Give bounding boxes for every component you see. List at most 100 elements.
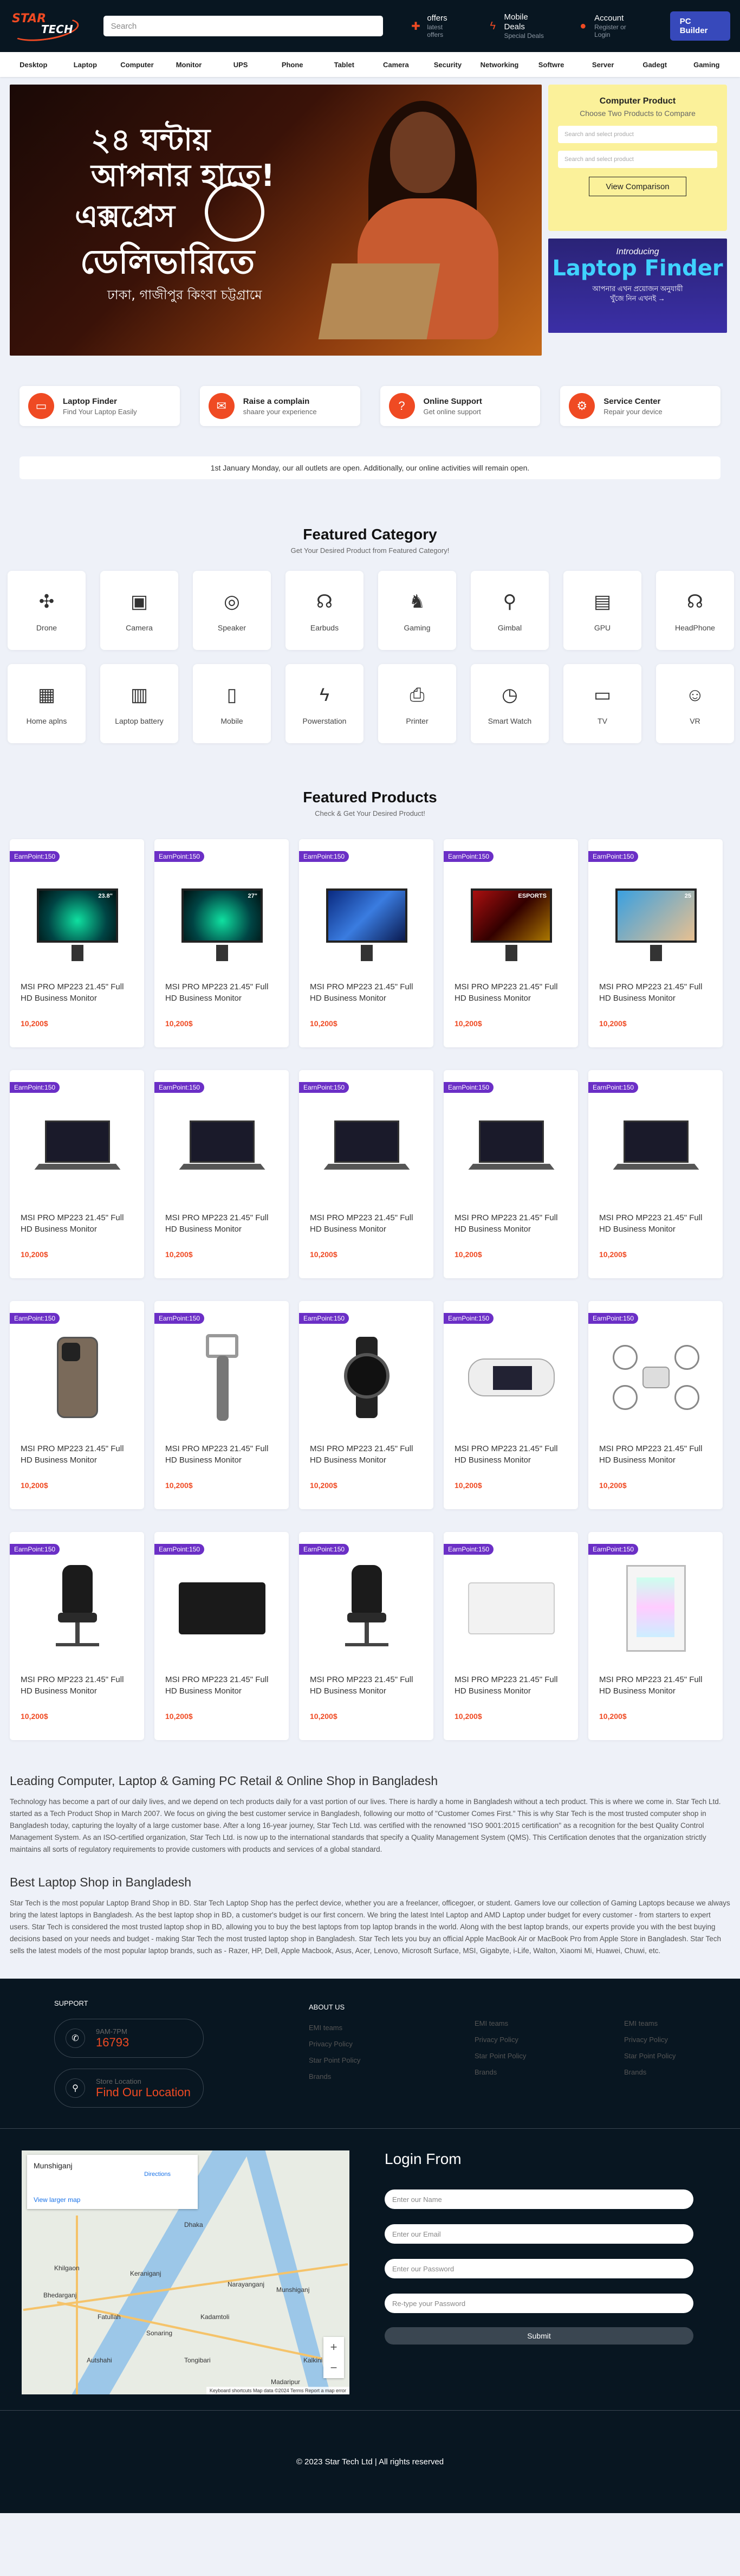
product-name[interactable]: MSI PRO MP223 21.45" Full HD Business Mo… xyxy=(599,1212,713,1235)
footer-link[interactable]: Brands xyxy=(475,2064,526,2081)
product-card[interactable]: EarnPoint:150 MSI PRO MP223 21.45" Full … xyxy=(588,1301,723,1509)
category-card[interactable]: ▦ Home aplns xyxy=(8,664,86,743)
product-name[interactable]: MSI PRO MP223 21.45" Full HD Business Mo… xyxy=(599,1674,713,1697)
category-card[interactable]: ▥ Laptop battery xyxy=(100,664,178,743)
product-name[interactable]: MSI PRO MP223 21.45" Full HD Business Mo… xyxy=(310,1443,424,1466)
submit-button[interactable]: Submit xyxy=(385,2327,693,2345)
product-card[interactable]: EarnPoint:150 MSI PRO MP223 21.45" Full … xyxy=(299,1301,433,1509)
category-card[interactable]: ◷ Smart Watch xyxy=(471,664,549,743)
nav-item-gadegt[interactable]: Gadegt xyxy=(629,61,681,69)
product-name[interactable]: MSI PRO MP223 21.45" Full HD Business Mo… xyxy=(21,1674,134,1697)
compare-input-1[interactable]: Search and select product xyxy=(558,126,717,143)
product-image[interactable] xyxy=(611,1102,701,1192)
category-card[interactable]: ▯ Mobile xyxy=(193,664,271,743)
footer-link[interactable]: EMI teams xyxy=(624,2015,676,2032)
footer-link[interactable]: Privacy Policy xyxy=(309,2036,360,2052)
product-name[interactable]: MSI PRO MP223 21.45" Full HD Business Mo… xyxy=(21,981,134,1004)
product-card[interactable]: EarnPoint:150 MSI PRO MP223 21.45" Full … xyxy=(444,1070,578,1278)
category-card[interactable]: ✣ Drone xyxy=(8,571,86,650)
product-name[interactable]: MSI PRO MP223 21.45" Full HD Business Mo… xyxy=(455,981,568,1004)
category-card[interactable]: ▣ Camera xyxy=(100,571,178,650)
zoom-in-icon[interactable]: + xyxy=(330,2340,337,2354)
nav-item-laptop[interactable]: Laptop xyxy=(60,61,112,69)
name-field[interactable]: Enter our Name xyxy=(385,2189,693,2209)
product-image[interactable] xyxy=(466,1332,556,1422)
category-card[interactable]: ϟ Powerstation xyxy=(285,664,363,743)
nav-item-camera[interactable]: Camera xyxy=(370,61,422,69)
product-name[interactable]: MSI PRO MP223 21.45" Full HD Business Mo… xyxy=(165,1212,279,1235)
product-card[interactable]: EarnPoint:150 MSI PRO MP223 21.45" Full … xyxy=(299,1070,433,1278)
service-card[interactable]: ⚙ Service Center Repair your device xyxy=(560,386,720,426)
product-card[interactable]: EarnPoint:150 MSI PRO MP223 21.45" Full … xyxy=(154,1532,289,1740)
product-card[interactable]: EarnPoint:150 MSI PRO MP223 21.45" Full … xyxy=(588,1532,723,1740)
product-card[interactable]: EarnPoint:150 MSI PRO MP223 21.45" Full … xyxy=(444,1301,578,1509)
product-name[interactable]: MSI PRO MP223 21.45" Full HD Business Mo… xyxy=(310,1674,424,1697)
product-card[interactable]: EarnPoint:150 MSI PRO MP223 21.45" Full … xyxy=(10,1532,144,1740)
product-card[interactable]: EarnPoint:150 MSI PRO MP223 21.45" Full … xyxy=(10,1070,144,1278)
password-field[interactable]: Enter our Password xyxy=(385,2259,693,2278)
product-image[interactable]: 23.8" xyxy=(33,871,122,961)
product-image[interactable] xyxy=(322,1332,412,1422)
nav-item-monitor[interactable]: Monitor xyxy=(163,61,215,69)
hero-banner[interactable]: ২৪ ঘন্টায় আপনার হাতে! এক্সপ্রেস ডেলিভারি… xyxy=(10,85,542,356)
location-pill[interactable]: ⚲ Store Location Find Our Location xyxy=(54,2069,204,2108)
nav-item-security[interactable]: Security xyxy=(422,61,474,69)
product-card[interactable]: EarnPoint:150 23.8" MSI PRO MP223 21.45"… xyxy=(10,839,144,1047)
product-image[interactable] xyxy=(466,1563,556,1653)
product-card[interactable]: EarnPoint:150 MSI PRO MP223 21.45" Full … xyxy=(588,1070,723,1278)
logo[interactable]: STAR TECH xyxy=(9,9,81,45)
product-image[interactable] xyxy=(322,1563,412,1653)
product-name[interactable]: MSI PRO MP223 21.45" Full HD Business Mo… xyxy=(21,1443,134,1466)
product-name[interactable]: MSI PRO MP223 21.45" Full HD Business Mo… xyxy=(310,1212,424,1235)
nav-item-computer[interactable]: Computer xyxy=(111,61,163,69)
product-card[interactable]: EarnPoint:150 27" MSI PRO MP223 21.45" F… xyxy=(154,839,289,1047)
product-image[interactable] xyxy=(322,1102,412,1192)
product-name[interactable]: MSI PRO MP223 21.45" Full HD Business Mo… xyxy=(455,1212,568,1235)
product-name[interactable]: MSI PRO MP223 21.45" Full HD Business Mo… xyxy=(165,1674,279,1697)
product-image[interactable] xyxy=(611,1563,701,1653)
offers-link[interactable]: ✚ offers latest offers xyxy=(410,14,460,38)
product-name[interactable]: MSI PRO MP223 21.45" Full HD Business Mo… xyxy=(455,1443,568,1466)
footer-link[interactable]: Star Point Policy xyxy=(475,2048,526,2064)
product-name[interactable]: MSI PRO MP223 21.45" Full HD Business Mo… xyxy=(599,981,713,1004)
footer-link[interactable]: Privacy Policy xyxy=(624,2032,676,2048)
zoom-out-icon[interactable]: − xyxy=(330,2361,337,2375)
footer-link[interactable]: Star Point Policy xyxy=(309,2052,360,2069)
google-map[interactable]: Dhaka Keraniganj Narayanganj Munshiganj Fatu… xyxy=(22,2150,349,2394)
category-card[interactable]: ◎ Speaker xyxy=(193,571,271,650)
compare-input-2[interactable]: Search and select product xyxy=(558,151,717,168)
footer-link[interactable]: Star Point Policy xyxy=(624,2048,676,2064)
product-image[interactable] xyxy=(611,1332,701,1422)
nav-item-gaming[interactable]: Gaming xyxy=(681,61,733,69)
product-card[interactable]: EarnPoint:150 MSI PRO MP223 21.45" Full … xyxy=(444,1532,578,1740)
product-card[interactable]: EarnPoint:150 MSI PRO MP223 21.45" Full … xyxy=(299,1532,433,1740)
product-image[interactable] xyxy=(33,1102,122,1192)
search-input[interactable]: Search xyxy=(103,16,383,36)
footer-link[interactable]: Privacy Policy xyxy=(475,2032,526,2048)
category-card[interactable]: ☺ VR xyxy=(656,664,734,743)
product-card[interactable]: EarnPoint:150 MSI PRO MP223 21.45" Full … xyxy=(154,1070,289,1278)
pc-builder-button[interactable]: PC Builder xyxy=(670,11,731,41)
product-image[interactable] xyxy=(177,1332,267,1422)
account-link[interactable]: ● Account Register or Login xyxy=(577,14,643,38)
nav-item-server[interactable]: Server xyxy=(577,61,629,69)
product-image[interactable] xyxy=(177,1563,267,1653)
product-image[interactable] xyxy=(466,1102,556,1192)
product-image[interactable]: 25 xyxy=(611,871,701,961)
footer-link[interactable]: EMI teams xyxy=(309,2020,360,2036)
product-name[interactable]: MSI PRO MP223 21.45" Full HD Business Mo… xyxy=(165,1443,279,1466)
nav-item-desktop[interactable]: Desktop xyxy=(8,61,60,69)
product-image[interactable] xyxy=(177,1102,267,1192)
nav-item-softwre[interactable]: Softwre xyxy=(525,61,577,69)
category-card[interactable]: ☊ Earbuds xyxy=(285,571,363,650)
service-card[interactable]: ✉ Raise a complain shaare your experienc… xyxy=(199,386,360,426)
product-card[interactable]: EarnPoint:150 MSI PRO MP223 21.45" Full … xyxy=(299,839,433,1047)
service-card[interactable]: ▭ Laptop Finder Find Your Laptop Easily xyxy=(20,386,180,426)
product-name[interactable]: MSI PRO MP223 21.45" Full HD Business Mo… xyxy=(165,981,279,1004)
phone-pill[interactable]: ✆ 9AM-7PM 16793 xyxy=(54,2019,204,2058)
category-card[interactable]: ▭ TV xyxy=(563,664,641,743)
service-card[interactable]: ? Online Support Get online support xyxy=(380,386,541,426)
product-name[interactable]: MSI PRO MP223 21.45" Full HD Business Mo… xyxy=(455,1674,568,1697)
nav-item-phone[interactable]: Phone xyxy=(267,61,319,69)
product-image[interactable] xyxy=(322,871,412,961)
